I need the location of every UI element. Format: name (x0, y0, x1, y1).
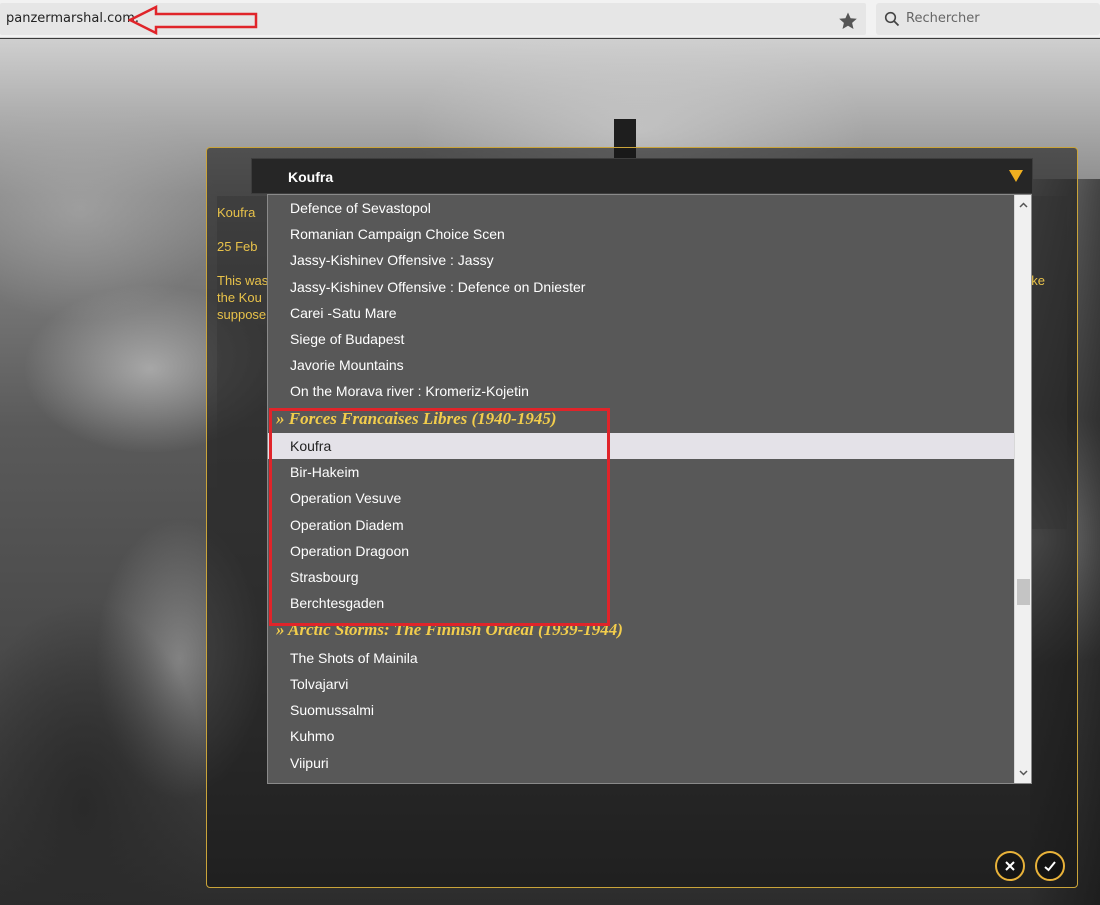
scenario-description-text: the Kou (217, 290, 262, 305)
search-box[interactable]: Rechercher (876, 3, 1100, 35)
dropdown-option[interactable]: On the Morava river : Kromeriz-Kojetin (268, 378, 1015, 404)
scenario-select[interactable]: Koufra (251, 158, 1033, 194)
dropdown-option[interactable]: Jassy-Kishinev Offensive : Jassy (268, 247, 1015, 273)
chevron-down-icon[interactable] (1015, 764, 1032, 781)
dropdown-option[interactable]: Tolvajarvi (268, 671, 1015, 697)
confirm-button[interactable] (1035, 851, 1065, 881)
cancel-button[interactable] (995, 851, 1025, 881)
check-icon (1044, 861, 1056, 872)
search-placeholder[interactable]: Rechercher (906, 11, 980, 26)
close-icon (1005, 861, 1015, 871)
dropdown-option[interactable]: Jassy-Kishinev Offensive : Defence on Dn… (268, 274, 1015, 300)
dropdown-option[interactable]: Carei -Satu Mare (268, 300, 1015, 326)
search-icon (884, 11, 900, 27)
scenario-date-text: 25 Feb (217, 239, 258, 254)
scenario-name-text: Koufra (217, 205, 256, 220)
dropdown-option[interactable]: Kuhmo (268, 723, 1015, 749)
star-icon[interactable] (838, 11, 858, 31)
scenario-description-text: suppose (217, 307, 267, 322)
dropdown-option[interactable]: Viipuri (268, 750, 1015, 776)
background-shadow (0, 599, 210, 905)
dropdown-option[interactable]: Defence of Sevastopol (268, 195, 1015, 221)
dropdown-option[interactable]: The Shots of Mainila (268, 645, 1015, 671)
chevron-up-icon[interactable] (1015, 197, 1032, 214)
dropdown-option[interactable]: Javorie Mountains (268, 352, 1015, 378)
dropdown-option[interactable]: Romanian Campaign Choice Scen (268, 221, 1015, 247)
annotation-arrow-icon (128, 5, 258, 35)
annotation-highlight-box (269, 408, 610, 626)
dropdown-option[interactable]: Suomussalmi (268, 697, 1015, 723)
selected-scenario-title[interactable]: Koufra (288, 169, 333, 185)
dropdown-option[interactable]: Siege of Budapest (268, 326, 1015, 352)
scenario-description-text: This was (217, 273, 269, 288)
browser-toolbar: panzermarshal.com. Rechercher (0, 0, 1100, 38)
scrollbar-thumb[interactable] (1017, 579, 1030, 605)
dropdown-scrollbar[interactable] (1014, 195, 1031, 783)
address-url[interactable]: panzermarshal.com. (6, 11, 139, 26)
dropdown-toggle-icon[interactable] (1008, 169, 1024, 183)
